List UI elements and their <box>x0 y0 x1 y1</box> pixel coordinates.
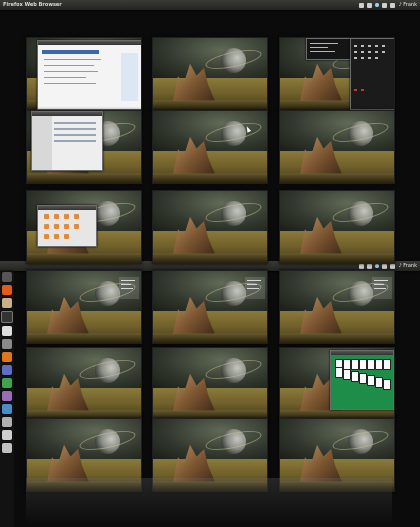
system-monitor-thumbnail[interactable] <box>350 38 394 110</box>
software-center-icon[interactable] <box>2 352 12 362</box>
volume-icon[interactable] <box>381 2 387 8</box>
battery-icon[interactable] <box>374 264 379 268</box>
workspace-7[interactable] <box>26 190 142 264</box>
workspace-4[interactable] <box>26 110 142 184</box>
workspace-grid: Firefox Web Browser ♪ Frank ♪ Frank <box>0 0 420 527</box>
workspace-11[interactable] <box>152 270 268 344</box>
user-icon[interactable] <box>389 263 395 269</box>
mail-icon[interactable] <box>366 2 372 8</box>
floor-reflection <box>26 478 392 525</box>
desktop-widget <box>245 277 265 299</box>
trash-icon[interactable] <box>2 430 12 440</box>
browser-window-thumbnail[interactable] <box>37 40 141 110</box>
writer-icon[interactable] <box>2 365 12 375</box>
text-editor-icon[interactable] <box>2 326 12 336</box>
workspace-5[interactable] <box>152 110 268 184</box>
file-manager-window-thumbnail[interactable] <box>31 111 103 171</box>
terminal-icon[interactable] <box>1 311 13 323</box>
workspace-switcher-icon[interactable] <box>2 443 12 453</box>
top-panel: Firefox Web Browser ♪ Frank <box>0 0 420 10</box>
mail-icon[interactable] <box>366 263 372 269</box>
workspace-8[interactable] <box>152 190 268 264</box>
ubuntu-logo-icon[interactable] <box>2 272 12 282</box>
workspace-13[interactable] <box>26 347 142 421</box>
workspace-1[interactable] <box>26 37 142 111</box>
calc-icon[interactable] <box>2 378 12 388</box>
workspace-15[interactable] <box>279 347 395 421</box>
music-icon[interactable] <box>2 404 12 414</box>
settings-icon[interactable] <box>2 339 12 349</box>
indicator-tray: ♪ Frank <box>358 0 417 10</box>
launcher <box>0 270 14 527</box>
desktop-widget <box>372 277 392 299</box>
clock[interactable]: ♪ Frank <box>399 0 417 10</box>
files-icon[interactable] <box>2 298 12 308</box>
volume-icon[interactable] <box>381 263 387 269</box>
solitaire-window-thumbnail[interactable] <box>330 350 394 410</box>
clock[interactable]: ♪ Frank <box>399 261 417 271</box>
workspace-6[interactable] <box>279 110 395 184</box>
active-app-title: Firefox Web Browser <box>3 2 62 8</box>
icon-view-window-thumbnail[interactable] <box>37 205 97 247</box>
desktop-widget <box>119 277 139 299</box>
terminal-window-thumbnail[interactable] <box>306 38 354 60</box>
network-icon[interactable] <box>358 2 364 8</box>
workspace-10[interactable] <box>26 270 142 344</box>
network-icon[interactable] <box>358 263 364 269</box>
battery-icon[interactable] <box>374 3 379 7</box>
firefox-icon[interactable] <box>2 285 12 295</box>
user-icon[interactable] <box>389 2 395 8</box>
workspace-9[interactable] <box>279 190 395 264</box>
workspace-14[interactable] <box>152 347 268 421</box>
image-viewer-icon[interactable] <box>2 391 12 401</box>
workspace-2[interactable] <box>152 37 268 111</box>
system-icon[interactable] <box>2 417 12 427</box>
workspace-3[interactable] <box>279 37 395 111</box>
workspace-12[interactable] <box>279 270 395 344</box>
